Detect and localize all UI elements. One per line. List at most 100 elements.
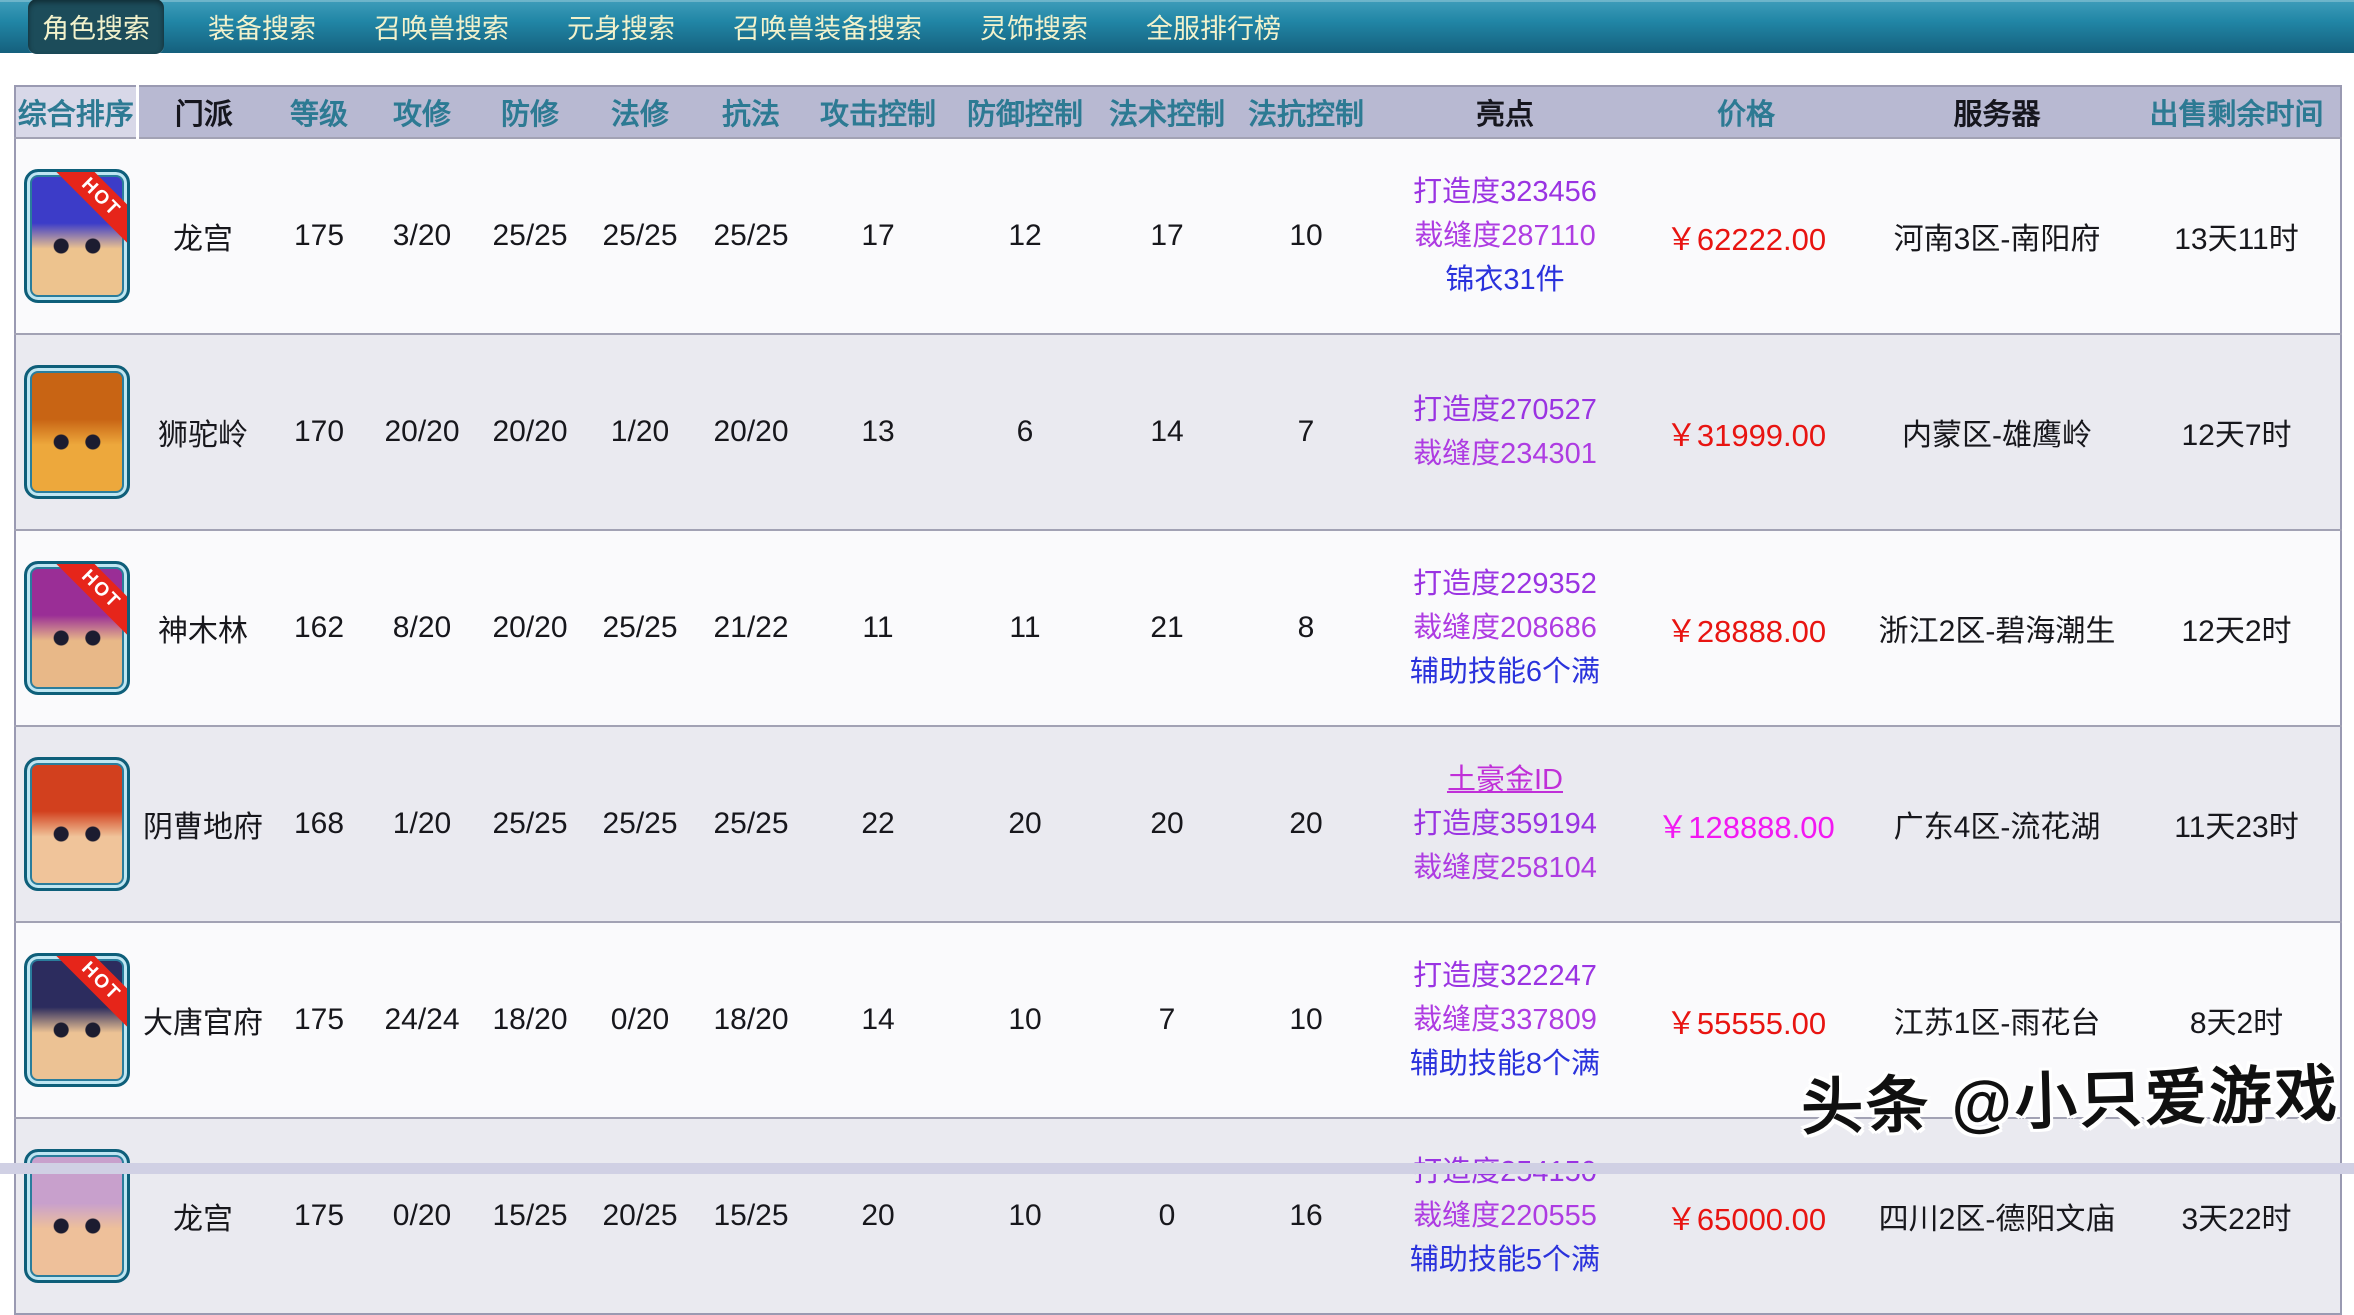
column-header-2[interactable]: 等级 [269, 86, 369, 138]
magic-cult-cell: 25/25 [585, 726, 695, 922]
avatar-cell: HOT [15, 138, 137, 334]
highlight-line: 打造度270527 [1379, 388, 1631, 432]
magic-cult-cell: 25/25 [585, 138, 695, 334]
hot-badge: HOT [50, 953, 130, 1032]
resist-cult-cell: 25/25 [695, 138, 807, 334]
highlights-cell: 土豪金ID打造度359194裁缝度258104 [1379, 726, 1631, 922]
defense-cult-cell: 25/25 [475, 138, 585, 334]
resist-control-cell: 16 [1233, 1118, 1379, 1314]
school-cell: 神木林 [137, 530, 269, 726]
column-header-3[interactable]: 攻修 [369, 86, 475, 138]
resist-control-cell: 7 [1233, 334, 1379, 530]
nav-tab-6[interactable]: 全服排行榜 [1132, 0, 1295, 54]
magic-control-cell: 14 [1101, 334, 1233, 530]
price-value: ￥128888.00 [1657, 810, 1835, 845]
resist-cult-cell: 18/20 [695, 922, 807, 1118]
highlight-line: 裁缝度258104 [1379, 846, 1631, 890]
highlight-line: 锦衣31件 [1379, 258, 1631, 302]
server-cell: 浙江2区-碧海潮生 [1861, 530, 2133, 726]
defense-control-cell: 11 [949, 530, 1101, 726]
hot-badge: HOT [50, 169, 130, 248]
nav-tab-5[interactable]: 灵饰搜索 [966, 0, 1102, 54]
character-avatar[interactable] [24, 757, 130, 891]
resist-cult-cell: 25/25 [695, 726, 807, 922]
price-cell: ￥65000.00 [1631, 1118, 1861, 1314]
level-cell: 168 [269, 726, 369, 922]
column-header-11: 亮点 [1379, 86, 1631, 138]
level-cell: 175 [269, 138, 369, 334]
highlight-line: 打造度359194 [1379, 802, 1631, 846]
table-row: HOT神木林1628/2020/2025/2521/221111218打造度22… [15, 530, 2341, 726]
watermark-text: 头条 @小只爱游戏 [1800, 1043, 2341, 1147]
column-header-8[interactable]: 防御控制 [949, 86, 1101, 138]
attack-cult-cell: 20/20 [369, 334, 475, 530]
avatar-cell: HOT [15, 530, 137, 726]
highlight-line: 辅助技能6个满 [1379, 650, 1631, 694]
nav-tab-4[interactable]: 召唤兽装备搜索 [719, 0, 936, 54]
resist-cult-cell: 15/25 [695, 1118, 807, 1314]
time-left-cell: 13天11时 [2133, 138, 2341, 334]
column-header-7[interactable]: 攻击控制 [807, 86, 949, 138]
attack-cult-cell: 24/24 [369, 922, 475, 1118]
attack-cult-cell: 1/20 [369, 726, 475, 922]
table-header-row: 综合排序门派等级攻修防修法修抗法攻击控制防御控制法术控制法抗控制亮点价格服务器出… [15, 86, 2341, 138]
nav-tab-3[interactable]: 元身搜索 [553, 0, 689, 54]
character-avatar[interactable]: HOT [24, 169, 130, 303]
hot-badge: HOT [50, 561, 130, 640]
nav-tab-1[interactable]: 装备搜索 [194, 0, 330, 54]
table-row: 龙宫1750/2015/2520/2515/252010016打造度254150… [15, 1118, 2341, 1314]
resist-control-cell: 8 [1233, 530, 1379, 726]
price-cell: ￥62222.00 [1631, 138, 1861, 334]
column-header-6[interactable]: 抗法 [695, 86, 807, 138]
highlight-line: 裁缝度287110 [1379, 214, 1631, 258]
magic-cult-cell: 0/20 [585, 922, 695, 1118]
resist-control-cell: 10 [1233, 138, 1379, 334]
defense-control-cell: 6 [949, 334, 1101, 530]
defense-cult-cell: 20/20 [475, 530, 585, 726]
level-cell: 162 [269, 530, 369, 726]
defense-control-cell: 10 [949, 1118, 1101, 1314]
server-cell: 四川2区-德阳文庙 [1861, 1118, 2133, 1314]
highlight-line: 打造度322247 [1379, 954, 1631, 998]
attack-control-cell: 13 [807, 334, 949, 530]
time-left-cell: 12天7时 [2133, 334, 2341, 530]
defense-cult-cell: 15/25 [475, 1118, 585, 1314]
character-avatar[interactable]: HOT [24, 953, 130, 1087]
resist-control-cell: 20 [1233, 726, 1379, 922]
table-row: HOT龙宫1753/2025/2525/2525/2517121710打造度32… [15, 138, 2341, 334]
price-value: ￥28888.00 [1666, 614, 1826, 649]
defense-control-cell: 12 [949, 138, 1101, 334]
column-header-9[interactable]: 法术控制 [1101, 86, 1233, 138]
attack-control-cell: 11 [807, 530, 949, 726]
highlights-cell: 打造度323456裁缝度287110锦衣31件 [1379, 138, 1631, 334]
resist-control-cell: 10 [1233, 922, 1379, 1118]
nav-tab-2[interactable]: 召唤兽搜索 [360, 0, 523, 54]
resist-cult-cell: 20/20 [695, 334, 807, 530]
attack-control-cell: 22 [807, 726, 949, 922]
character-avatar[interactable] [24, 365, 130, 499]
highlights-cell: 打造度270527裁缝度234301 [1379, 334, 1631, 530]
nav-tab-0[interactable]: 角色搜索 [28, 0, 164, 54]
highlight-line: 裁缝度234301 [1379, 432, 1631, 476]
attack-cult-cell: 0/20 [369, 1118, 475, 1314]
magic-cult-cell: 1/20 [585, 334, 695, 530]
character-avatar[interactable]: HOT [24, 561, 130, 695]
column-header-4[interactable]: 防修 [475, 86, 585, 138]
attack-cult-cell: 8/20 [369, 530, 475, 726]
time-left-cell: 12天2时 [2133, 530, 2341, 726]
highlight-line[interactable]: 土豪金ID [1379, 758, 1631, 802]
column-header-12[interactable]: 价格 [1631, 86, 1861, 138]
server-cell: 河南3区-南阳府 [1861, 138, 2133, 334]
table-row: 狮驼岭17020/2020/201/2020/20136147打造度270527… [15, 334, 2341, 530]
attack-control-cell: 20 [807, 1118, 949, 1314]
column-header-10[interactable]: 法抗控制 [1233, 86, 1379, 138]
highlight-line: 辅助技能5个满 [1379, 1238, 1631, 1282]
highlight-line: 裁缝度220555 [1379, 1194, 1631, 1238]
column-header-14[interactable]: 出售剩余时间 [2133, 86, 2341, 138]
time-left-cell: 3天22时 [2133, 1118, 2341, 1314]
level-cell: 175 [269, 922, 369, 1118]
column-header-5[interactable]: 法修 [585, 86, 695, 138]
table-footer-strip [0, 1163, 2354, 1174]
column-header-0[interactable]: 综合排序 [15, 86, 137, 138]
price-value: ￥55555.00 [1666, 1006, 1826, 1041]
